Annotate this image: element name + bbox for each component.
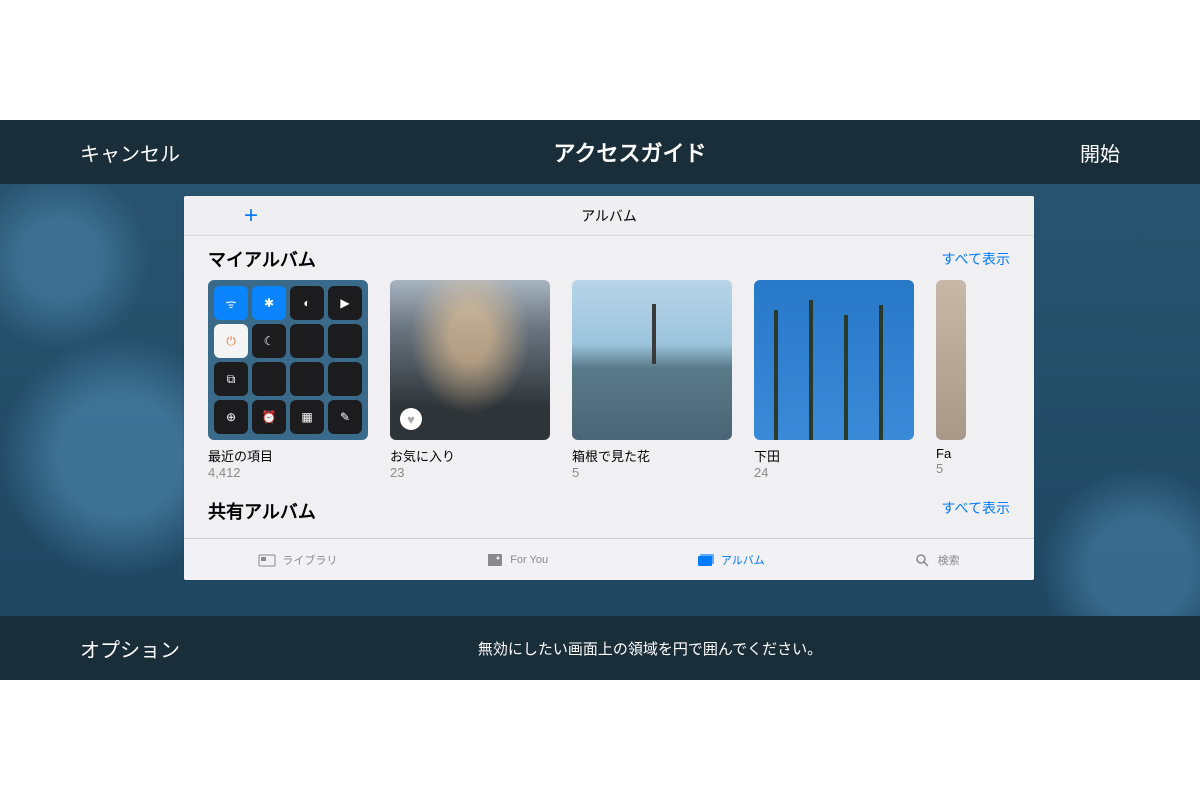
cancel-button[interactable]: キャンセル	[80, 138, 180, 167]
album-name: お気に入り	[390, 446, 550, 465]
album-thumbnail	[936, 280, 966, 440]
album-thumbnail	[754, 280, 914, 440]
album-thumbnail	[390, 280, 550, 440]
tab-label: アルバム	[721, 552, 765, 568]
tab-label: For You	[510, 554, 548, 566]
guided-access-bottombar: オプション 無効にしたい画面上の領域を円で囲んでください。	[0, 616, 1200, 680]
photos-header: + アルバム	[184, 196, 1034, 236]
album-item[interactable]: 下田 24	[754, 280, 914, 480]
my-albums-title: マイアルバム	[208, 246, 316, 272]
options-button[interactable]: オプション	[80, 634, 180, 663]
show-all-link[interactable]: すべて表示	[942, 249, 1010, 269]
add-album-button[interactable]: +	[244, 202, 258, 230]
album-count: 23	[390, 465, 550, 480]
guided-access-title: アクセスガイド	[554, 136, 707, 168]
album-name: 最近の項目	[208, 446, 368, 465]
album-thumbnail: ᯤ✱◐▶ ⏻☾ ⧉ ⊕⏰▦✎	[208, 280, 368, 440]
photos-app-preview[interactable]: + アルバム マイアルバム すべて表示 ᯤ✱◐▶ ⏻☾ ⧉ ⊕⏰▦✎ 最近の項目…	[184, 196, 1034, 580]
album-count: 5	[936, 461, 966, 476]
album-item[interactable]: Fa 5	[936, 280, 966, 480]
start-button[interactable]: 開始	[1080, 138, 1120, 167]
photos-tabbar: ライブラリ For You アルバム 検索	[184, 538, 1034, 580]
tab-library[interactable]: ライブラリ	[258, 552, 337, 568]
tab-search[interactable]: 検索	[914, 552, 960, 568]
albums-icon	[697, 553, 715, 567]
shared-albums-title: 共有アルバム	[208, 498, 316, 524]
album-name: 下田	[754, 446, 914, 465]
guided-access-topbar: キャンセル アクセスガイド 開始	[0, 120, 1200, 184]
heart-icon	[400, 408, 422, 430]
album-item[interactable]: お気に入り 23	[390, 280, 550, 480]
show-all-link[interactable]: すべて表示	[942, 498, 1010, 524]
tab-foryou[interactable]: For You	[486, 553, 548, 567]
search-icon	[914, 553, 932, 567]
album-count: 5	[572, 465, 732, 480]
album-name: 箱根で見た花	[572, 446, 732, 465]
album-count: 24	[754, 465, 914, 480]
foryou-icon	[486, 553, 504, 567]
album-count: 4,412	[208, 465, 368, 480]
album-thumbnail	[572, 280, 732, 440]
library-icon	[258, 553, 276, 567]
album-name: Fa	[936, 446, 966, 461]
tab-label: ライブラリ	[282, 552, 337, 568]
tab-label: 検索	[938, 552, 960, 568]
my-albums-section: マイアルバム すべて表示	[184, 236, 1034, 272]
album-item[interactable]: ᯤ✱◐▶ ⏻☾ ⧉ ⊕⏰▦✎ 最近の項目 4,412	[208, 280, 368, 480]
tab-albums[interactable]: アルバム	[697, 552, 765, 568]
hint-text: 無効にしたい画面上の領域を円で囲んでください。	[478, 638, 822, 659]
photos-header-title: アルバム	[581, 206, 637, 226]
shared-albums-section: 共有アルバム すべて表示	[184, 480, 1034, 524]
album-item[interactable]: 箱根で見た花 5	[572, 280, 732, 480]
album-row: ᯤ✱◐▶ ⏻☾ ⧉ ⊕⏰▦✎ 最近の項目 4,412 お気に入り 23 箱根で見…	[184, 280, 1034, 480]
